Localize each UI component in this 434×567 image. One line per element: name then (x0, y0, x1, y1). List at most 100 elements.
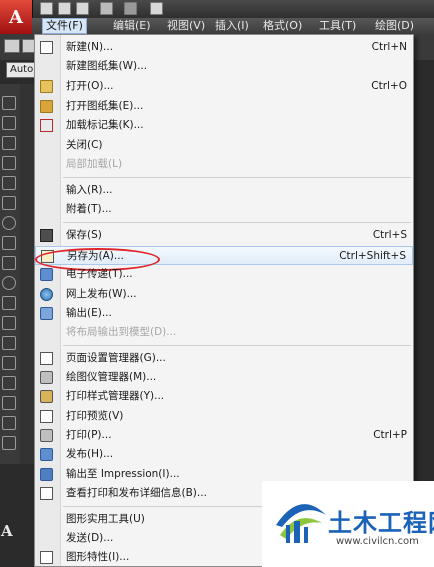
menu-item-shortcut: Ctrl+S (372, 229, 407, 241)
plot-style-icon (40, 390, 53, 403)
menu-item-label: 图形实用工具(U) (66, 513, 145, 525)
draw-toolbar: A (0, 84, 20, 540)
menu-item-label: 保存(S) (66, 229, 102, 241)
ellipse-arc-tool-icon[interactable] (2, 296, 16, 310)
polygon-tool-icon[interactable] (2, 156, 16, 170)
menu-item-publish-web[interactable]: 网上发布(W)... (35, 285, 413, 304)
menu-item-label: 局部加载(L) (66, 158, 123, 170)
arc-tool-icon[interactable] (2, 196, 16, 210)
menu-draw[interactable]: 绘图(D) (372, 19, 417, 33)
menu-item-print-preview[interactable]: 打印预览(V) (35, 407, 413, 426)
menu-item-label: 输入(R)... (66, 184, 113, 196)
revcloud-tool-icon[interactable] (2, 236, 16, 250)
line-tool-icon[interactable] (2, 96, 16, 110)
plot-icon[interactable] (150, 2, 163, 15)
redo-icon[interactable] (124, 2, 137, 15)
polyline-tool-icon[interactable] (2, 136, 16, 150)
menu-item-plotter-manager[interactable]: 绘图仪管理器(M)... (35, 368, 413, 387)
menu-item-label: 发布(H)... (66, 448, 114, 460)
menu-item-shortcut: Ctrl+Shift+S (339, 250, 406, 262)
multiline-text-icon[interactable]: A (1, 522, 17, 540)
menu-item-publish[interactable]: 发布(H)... (35, 445, 413, 464)
menu-item-label: 发送(D)... (66, 532, 114, 544)
toolbar-new-icon[interactable] (4, 39, 20, 53)
menu-item-shortcut: Ctrl+N (371, 41, 407, 53)
menu-tools[interactable]: 工具(T) (316, 19, 359, 33)
watermark-title: 土木工程网 (328, 509, 434, 537)
menu-item-label: 页面设置管理器(G)... (66, 352, 166, 364)
insert-block-icon[interactable] (2, 316, 16, 330)
drawing-properties-icon (40, 551, 53, 564)
menu-item-open-sheet-set[interactable]: 打开图纸集(E)... (35, 97, 413, 116)
menu-item-export-layout-to-model: 将布局输出到模型(D)... (35, 323, 413, 342)
app-logo-letter: A (9, 6, 23, 28)
export-icon (40, 307, 53, 320)
open-file-icon[interactable] (58, 2, 71, 15)
print-preview-icon (40, 410, 53, 423)
hatch-tool-icon[interactable] (2, 376, 16, 390)
application-menu-button[interactable]: A (0, 0, 33, 34)
menu-item-label: 打印样式管理器(Y)... (66, 390, 165, 402)
menu-item-shortcut: Ctrl+P (373, 429, 407, 441)
watermark: 土木工程网 www.civilcn.com (262, 481, 434, 567)
save-disk-icon (40, 229, 53, 242)
undo-icon[interactable] (100, 2, 113, 15)
menu-item-new[interactable]: 新建(N)... Ctrl+N (35, 38, 413, 57)
menu-item-page-setup-manager[interactable]: 页面设置管理器(G)... (35, 349, 413, 368)
menu-item-new-sheet-set[interactable]: 新建图纸集(W)... (35, 57, 413, 76)
menu-format[interactable]: 格式(O) (260, 19, 305, 33)
menu-item-attach[interactable]: 附着(T)... (35, 200, 413, 219)
menu-item-label: 关闭(C) (66, 139, 103, 151)
gradient-tool-icon[interactable] (2, 396, 16, 410)
menu-view[interactable]: 视图(V) (164, 19, 208, 33)
menu-item-label: 打印(P)... (66, 429, 112, 441)
menu-edit[interactable]: 编辑(E) (110, 19, 154, 33)
menu-item-label: 打印预览(V) (66, 410, 124, 422)
menu-item-label: 网上发布(W)... (66, 288, 137, 300)
menu-item-close[interactable]: 关闭(C) (35, 136, 413, 155)
menu-item-import[interactable]: 输入(R)... (35, 181, 413, 200)
menu-file[interactable]: 文件(F) (42, 18, 87, 34)
menu-item-print[interactable]: 打印(P)... Ctrl+P (35, 426, 413, 445)
menu-item-label: 输出至 Impression(I)... (66, 468, 180, 480)
new-file-icon[interactable] (40, 2, 53, 15)
watermark-url: www.civilcn.com (336, 536, 419, 547)
markup-set-icon (40, 119, 53, 132)
region-tool-icon[interactable] (2, 416, 16, 430)
menu-item-open[interactable]: 打开(O)... Ctrl+O (35, 77, 413, 96)
menu-item-label: 新建(N)... (66, 41, 114, 53)
publish-icon (40, 448, 53, 461)
menu-item-shortcut: Ctrl+O (371, 80, 407, 92)
menu-item-label: 输出(E)... (66, 307, 112, 319)
save-icon[interactable] (76, 2, 89, 15)
menu-item-export[interactable]: 输出(E)... (35, 304, 413, 323)
menu-insert[interactable]: 插入(I) (212, 19, 252, 33)
menu-item-load-markup-set[interactable]: 加载标记集(K)... (35, 116, 413, 135)
rectangle-tool-icon[interactable] (2, 176, 16, 190)
menu-item-label: 加载标记集(K)... (66, 119, 144, 131)
publish-web-icon (40, 288, 53, 301)
menu-separator (63, 177, 411, 178)
menu-item-label: 将布局输出到模型(D)... (66, 326, 177, 338)
menu-item-label: 打开图纸集(E)... (66, 100, 144, 112)
new-document-icon (40, 41, 53, 54)
menu-item-label: 绘图仪管理器(M)... (66, 371, 157, 383)
workspace-dropdown[interactable]: Auto (6, 62, 36, 78)
plot-details-icon (40, 487, 53, 500)
make-block-icon[interactable] (2, 336, 16, 350)
menu-item-label: 查看打印和发布详细信息(B)... (66, 487, 207, 499)
draw-toolbar-secondary (20, 84, 34, 464)
menu-item-save[interactable]: 保存(S) Ctrl+S (35, 226, 413, 245)
ellipse-tool-icon[interactable] (2, 276, 16, 290)
menu-item-label: 打开(O)... (66, 80, 114, 92)
spline-tool-icon[interactable] (2, 256, 16, 270)
construction-line-icon[interactable] (2, 116, 16, 130)
point-tool-icon[interactable] (2, 356, 16, 370)
circle-tool-icon[interactable] (2, 216, 16, 230)
quick-access-toolbar (0, 0, 434, 18)
table-tool-icon[interactable] (2, 436, 16, 450)
menu-item-plot-style-manager[interactable]: 打印样式管理器(Y)... (35, 387, 413, 406)
open-sheet-set-icon (40, 100, 53, 113)
menu-item-label: 附着(T)... (66, 203, 112, 215)
menu-item-etransmit[interactable]: 电子传递(T)... (35, 265, 413, 284)
